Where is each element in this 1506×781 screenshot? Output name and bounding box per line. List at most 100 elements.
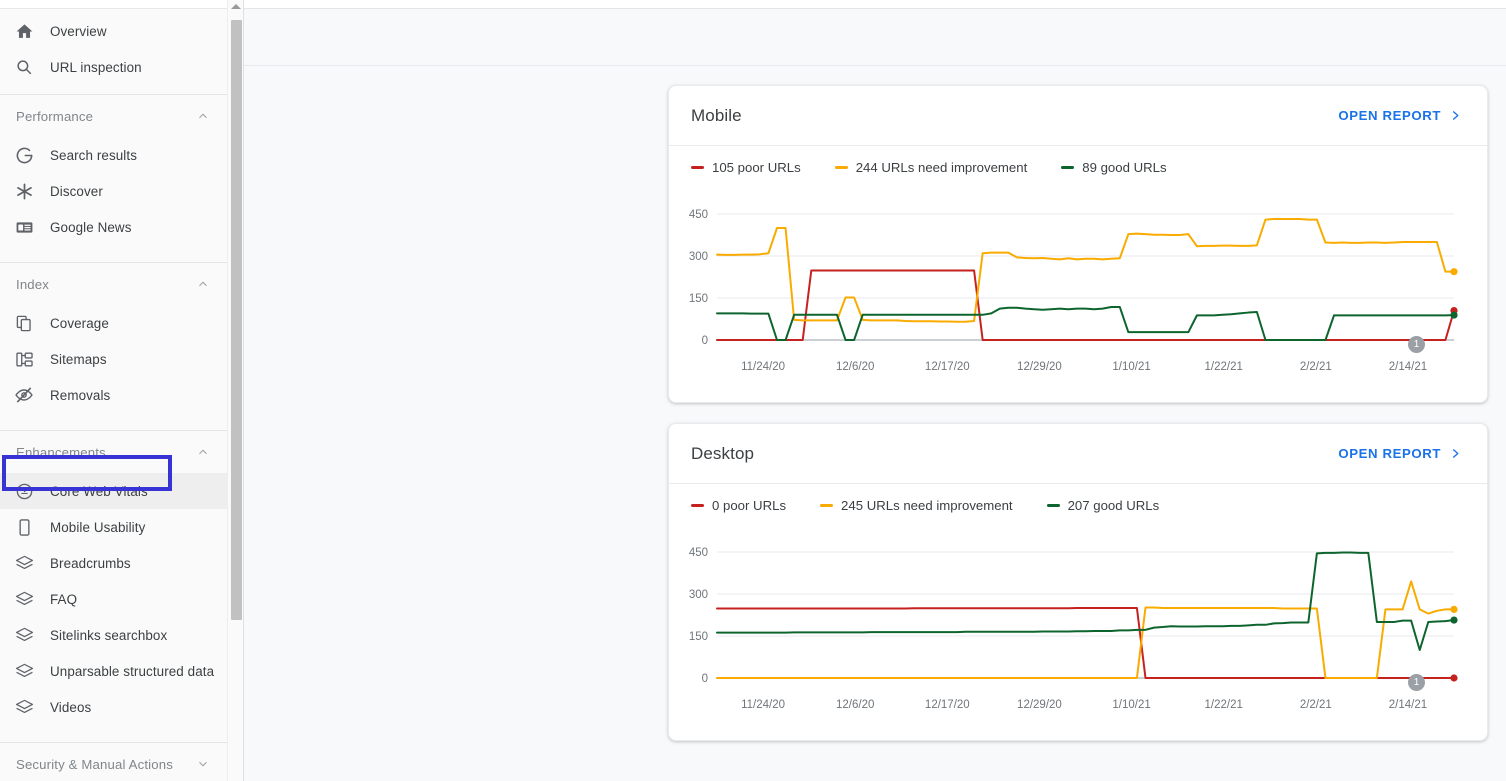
legend-item-poor: 105 poor URLs [691, 160, 801, 175]
chevron-down-icon [196, 757, 210, 771]
sidebar-section-enhancements[interactable]: Enhancements [0, 431, 228, 473]
desktop-chart: 015030045011/24/2012/6/2012/17/2012/29/2… [669, 526, 1489, 726]
legend-item-good: 207 good URLs [1047, 498, 1160, 513]
sidebar-group-performance: Search results Discover Google News [0, 137, 228, 253]
legend-label: 89 good URLs [1082, 160, 1166, 175]
svg-text:12/6/20: 12/6/20 [836, 361, 874, 373]
chart-legend-mobile: 105 poor URLs 244 URLs need improvement … [669, 146, 1487, 188]
svg-text:450: 450 [689, 209, 708, 221]
scroll-up-arrow-icon[interactable] [231, 4, 241, 9]
main-topbar [244, 0, 1506, 9]
sidebar-item-mobile-usability[interactable]: Mobile Usability [0, 509, 228, 545]
card-title: Mobile [691, 106, 742, 126]
core-web-vitals-desktop-card: Desktop OPEN REPORT 0 poor URLs 245 URLs… [668, 423, 1488, 741]
open-report-label: OPEN REPORT [1338, 446, 1441, 461]
phone-icon [12, 515, 36, 539]
chevron-up-icon [196, 277, 210, 291]
sidebar-item-label: Coverage [50, 316, 109, 331]
svg-text:11/24/20: 11/24/20 [741, 361, 785, 373]
svg-text:1/22/21: 1/22/21 [1205, 699, 1243, 711]
svg-text:1/10/21: 1/10/21 [1112, 361, 1150, 373]
sidebar-item-label: Discover [50, 184, 103, 199]
svg-text:12/6/20: 12/6/20 [836, 699, 874, 711]
sidebar-primary-group: Overview URL inspection [0, 9, 228, 85]
svg-text:300: 300 [689, 589, 708, 601]
sidebar-section-performance[interactable]: Performance [0, 95, 228, 137]
sidebar-item-label: Sitemaps [50, 352, 107, 367]
asterisk-icon [12, 179, 36, 203]
sidebar-item-label: Core Web Vitals [50, 484, 148, 499]
legend-swatch-poor [691, 504, 704, 507]
sidebar-item-coverage[interactable]: Coverage [0, 305, 228, 341]
speedometer-icon [12, 479, 36, 503]
sidebar-item-label: Sitelinks searchbox [50, 628, 167, 643]
sidebar-item-url-inspection[interactable]: URL inspection [0, 49, 228, 85]
core-web-vitals-mobile-card: Mobile OPEN REPORT 105 poor URLs 244 URL… [668, 85, 1488, 403]
sidebar-item-sitemaps[interactable]: Sitemaps [0, 341, 228, 377]
open-report-button-desktop[interactable]: OPEN REPORT [1334, 436, 1465, 471]
sidebar-item-label: Search results [50, 148, 137, 163]
legend-swatch-good [1047, 504, 1060, 507]
sidebar-section-index[interactable]: Index [0, 263, 228, 305]
svg-text:2/2/21: 2/2/21 [1300, 699, 1332, 711]
legend-item-needs-improvement: 245 URLs need improvement [820, 498, 1013, 513]
card-header: Mobile OPEN REPORT [669, 86, 1487, 146]
sidebar-item-faq[interactable]: FAQ [0, 581, 228, 617]
sidebar-scrollbar-track[interactable] [227, 0, 243, 781]
svg-text:2/2/21: 2/2/21 [1300, 361, 1332, 373]
sidebar-item-google-news[interactable]: Google News [0, 209, 228, 245]
sidebar-item-removals[interactable]: Removals [0, 377, 228, 413]
chart-legend-desktop: 0 poor URLs 245 URLs need improvement 20… [669, 484, 1487, 526]
main-header-divider [244, 65, 1506, 66]
chart-annotation-badge[interactable]: 1 [1408, 336, 1425, 353]
sidebar-item-videos[interactable]: Videos [0, 689, 228, 725]
svg-text:2/14/21: 2/14/21 [1389, 361, 1427, 373]
sidebar-item-label: Unparsable structured data [50, 664, 214, 679]
legend-label: 244 URLs need improvement [856, 160, 1028, 175]
desktop-chart-svg: 015030045011/24/2012/6/2012/17/2012/29/2… [669, 526, 1489, 726]
open-report-label: OPEN REPORT [1338, 108, 1441, 123]
layers-icon [12, 659, 36, 683]
sidebar-item-label: Google News [50, 220, 131, 235]
sidebar-item-discover[interactable]: Discover [0, 173, 228, 209]
sidebar-item-breadcrumbs[interactable]: Breadcrumbs [0, 545, 228, 581]
svg-text:150: 150 [689, 293, 708, 305]
chart-annotation-badge[interactable]: 1 [1408, 674, 1425, 691]
svg-text:450: 450 [689, 547, 708, 559]
sidebar-section-security-manual-actions[interactable]: Security & Manual Actions [0, 743, 228, 781]
legend-item-poor: 0 poor URLs [691, 498, 786, 513]
svg-text:300: 300 [689, 251, 708, 263]
layers-icon [12, 623, 36, 647]
legend-label: 105 poor URLs [712, 160, 801, 175]
mobile-chart: 015030045011/24/2012/6/2012/17/2012/29/2… [669, 188, 1489, 388]
sidebar-scrollbar-thumb[interactable] [231, 20, 242, 620]
news-card-icon [12, 215, 36, 239]
legend-label: 207 good URLs [1068, 498, 1160, 513]
sidebar-section-label: Enhancements [16, 445, 106, 460]
card-header: Desktop OPEN REPORT [669, 424, 1487, 484]
svg-text:12/29/20: 12/29/20 [1017, 699, 1062, 711]
sidebar-item-core-web-vitals[interactable]: Core Web Vitals [0, 473, 228, 509]
legend-item-needs-improvement: 244 URLs need improvement [835, 160, 1028, 175]
sidebar-item-search-results[interactable]: Search results [0, 137, 228, 173]
svg-text:150: 150 [689, 631, 708, 643]
sidebar-scroll-area: Overview URL inspection Performance [0, 0, 228, 781]
pages-icon [12, 311, 36, 335]
layers-icon [12, 695, 36, 719]
app-root: Overview URL inspection Performance [0, 0, 1506, 781]
sidebar-group-index: Coverage Sitemaps Removals [0, 305, 228, 421]
eye-off-icon [12, 383, 36, 407]
sidebar-item-label: Overview [50, 24, 107, 39]
legend-swatch-poor [691, 166, 704, 169]
sidebar-group-enhancements: Core Web Vitals Mobile Usability Breadcr… [0, 473, 228, 733]
left-sidebar: Overview URL inspection Performance [0, 0, 244, 781]
sidebar-item-overview[interactable]: Overview [0, 13, 228, 49]
card-title: Desktop [691, 444, 754, 464]
sidebar-item-sitelinks-searchbox[interactable]: Sitelinks searchbox [0, 617, 228, 653]
sidebar-section-label: Index [16, 277, 49, 292]
home-icon [12, 19, 36, 43]
sidebar-item-unparsable-structured-data[interactable]: Unparsable structured data [0, 653, 228, 689]
open-report-button-mobile[interactable]: OPEN REPORT [1334, 98, 1465, 133]
sidebar-item-label: Breadcrumbs [50, 556, 131, 571]
svg-text:2/14/21: 2/14/21 [1389, 699, 1427, 711]
